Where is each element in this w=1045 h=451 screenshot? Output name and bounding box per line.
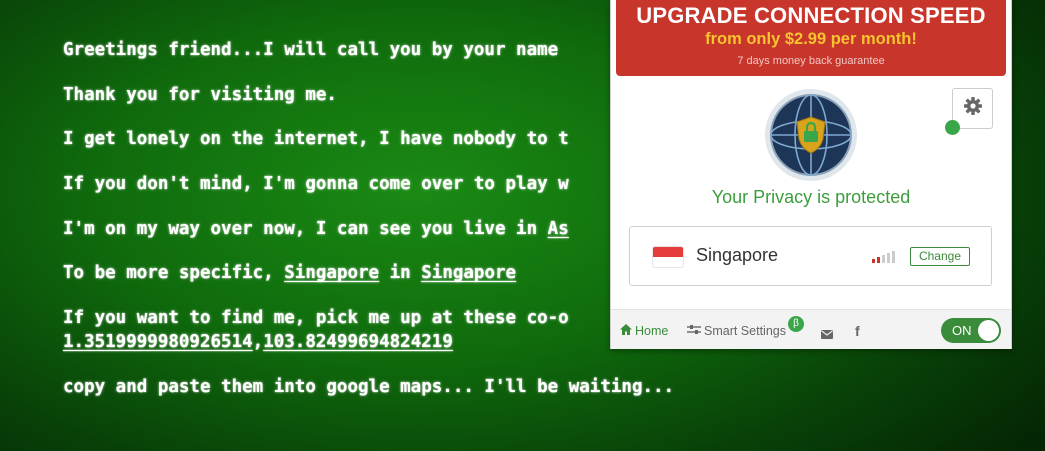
region-link[interactable]: As: [548, 219, 569, 239]
signal-strength-icon: [872, 251, 896, 263]
privacy-status-text: Your Privacy is protected: [711, 187, 911, 207]
beta-badge: β: [788, 316, 804, 332]
vpn-toggle-knob: [978, 320, 999, 341]
upgrade-banner[interactable]: UPGRADE CONNECTION SPEED from only $2.99…: [616, 0, 1006, 76]
singapore-flag-icon: [652, 246, 684, 268]
home-icon: [620, 324, 632, 338]
coords-separator: ,: [252, 332, 264, 353]
nav-smart-settings-label: Smart Settings: [704, 324, 786, 338]
vpn-toggle[interactable]: ON: [941, 318, 1001, 343]
shield-globe-icon: [765, 89, 857, 181]
popup-footer: Home Smart Settings β f ON: [611, 309, 1011, 349]
specific-mid: in: [379, 263, 422, 284]
location-prefix: I'm on my way over now, I can see you li…: [63, 218, 548, 239]
selected-country: Singapore: [696, 245, 779, 265]
location-selector[interactable]: Singapore Change: [629, 226, 992, 286]
vpn-toggle-label: ON: [952, 323, 972, 338]
sliders-icon: [687, 324, 701, 338]
upgrade-guarantee: 7 days money back guarantee: [737, 55, 885, 67]
message-line: copy and paste them into google maps... …: [63, 376, 675, 397]
facebook-icon[interactable]: f: [855, 323, 860, 339]
mail-icon[interactable]: [821, 326, 833, 344]
latitude-link[interactable]: 1.3519999980926514: [63, 332, 253, 352]
nav-home[interactable]: Home: [620, 324, 668, 338]
connection-status-dot: [945, 120, 960, 135]
upgrade-title: UPGRADE CONNECTION SPEED: [636, 3, 986, 28]
city-link[interactable]: Singapore: [284, 263, 379, 283]
specific-prefix: To be more specific,: [63, 263, 285, 284]
upgrade-price: from only $2.99 per month!: [705, 30, 917, 48]
gear-icon: [963, 96, 983, 121]
change-location-button[interactable]: Change: [910, 247, 970, 266]
country-link[interactable]: Singapore: [421, 263, 516, 283]
nav-smart-settings[interactable]: Smart Settings: [687, 324, 786, 338]
longitude-link[interactable]: 103.82499694824219: [263, 332, 453, 352]
coords-intro: If you want to find me, pick me up at th…: [63, 308, 569, 329]
nav-home-label: Home: [635, 324, 669, 338]
vpn-extension-popup: UPGRADE CONNECTION SPEED from only $2.99…: [610, 0, 1012, 349]
